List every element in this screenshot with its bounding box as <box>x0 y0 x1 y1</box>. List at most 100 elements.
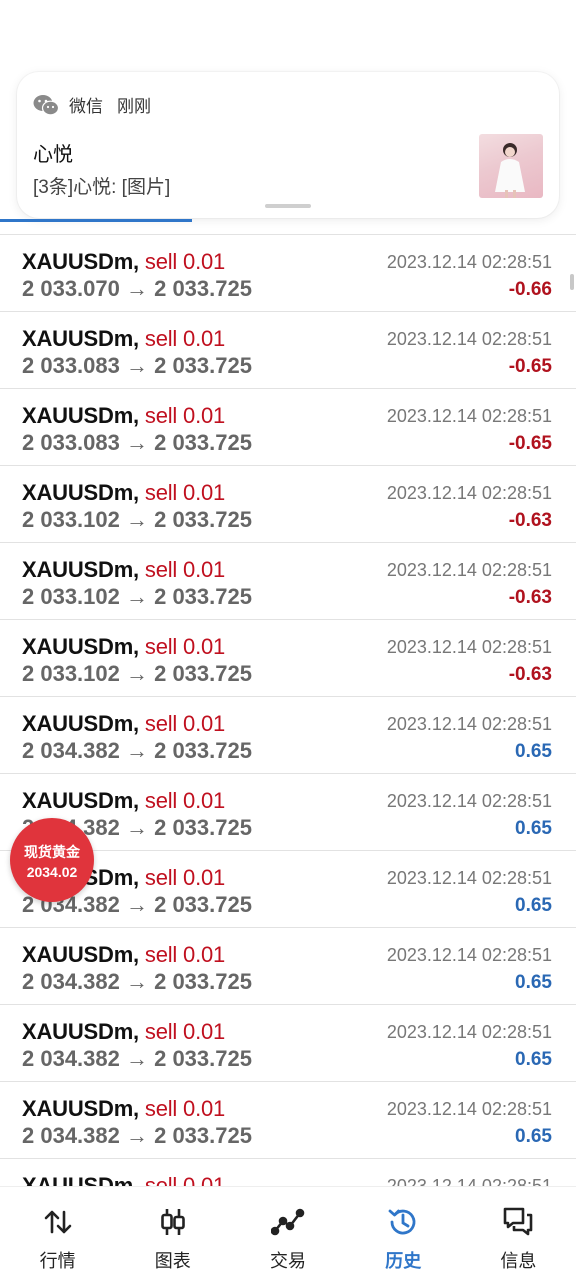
trade-side-volume: sell 0.01 <box>144 249 226 274</box>
trade-time: 2023.12.14 02:28:51 <box>386 1022 552 1042</box>
trade-time: 2023.12.14 02:28:51 <box>386 714 552 734</box>
trade-row[interactable]: XAUUSDm, sell 0.012 034.382 → 2 033.725 2… <box>0 1081 576 1158</box>
trade-row[interactable]: XAUUSDm, sell 0.01 2 033.102 → 2 033.725 2… <box>0 542 576 619</box>
notification-body: [3条]心悦: [图片] <box>33 177 171 198</box>
trade-symbol: XAUUSDm, <box>22 403 139 428</box>
notification-app-name: 微信 <box>69 97 103 116</box>
spot-gold-floating-badge[interactable]: 现货黄金 2034.02 <box>10 818 94 902</box>
trade-prices: 2 033.070 → 2 033.725 <box>22 276 252 301</box>
trade-symbol-line: XAUUSDm, sell 0.01 <box>22 788 225 814</box>
trade-profit: 0.65 <box>515 1049 552 1070</box>
badge-label: 现货黄金 <box>24 844 80 860</box>
trade-row[interactable]: XAUUSDm, sell 0.01 2 033.102 → 2 033.725 2… <box>0 465 576 542</box>
trade-profit: -0.65 <box>508 433 552 454</box>
trade-prices: 2 034.382 → 2 033.725 <box>22 969 252 994</box>
trade-symbol: XAUUSDm, <box>22 942 139 967</box>
trade-profit: -0.63 <box>508 510 552 531</box>
nav-label: 图表 <box>154 1251 191 1271</box>
nav-label: 交易 <box>270 1251 306 1271</box>
trade-time: 2023.12.14 02:28:51 <box>386 1099 552 1119</box>
trade-profit: -0.63 <box>508 664 552 685</box>
trade-time: 2023.12.14 02:28:51 <box>386 329 552 349</box>
trade-time: 2023.12.14 02:28:51 <box>386 483 552 503</box>
trade-symbol-line: XAUUSDm, sell 0.01 <box>22 942 225 968</box>
trade-time: 2023.12.14 02:28:51 <box>386 791 552 811</box>
trade-symbol: XAUUSDm, <box>22 788 139 813</box>
trade-time: 2023.12.14 02:28:51 <box>386 637 552 657</box>
trade-prices: 2 033.102 → 2 033.725 <box>22 584 252 609</box>
candlestick-chart-icon <box>160 1209 185 1235</box>
nav-label: 信息 <box>500 1251 537 1271</box>
trade-side-volume: sell 0.01 <box>144 557 226 582</box>
trade-row[interactable]: XAUUSDm, sell 0.01 2 033.102 → 2 033.725 2… <box>0 619 576 696</box>
trade-side-volume: sell 0.01 <box>144 942 226 967</box>
trade-symbol-line: XAUUSDm, sell 0.01 <box>22 403 225 429</box>
nav-item-charts[interactable]: 图表 <box>115 1187 230 1280</box>
bottom-navigation: 行情 图表 交易 历史 信息 <box>0 1186 576 1280</box>
trade-side-volume: sell 0.01 <box>144 788 226 813</box>
trade-profit: 0.65 <box>515 972 552 993</box>
nav-item-messages[interactable]: 信息 <box>461 1187 576 1280</box>
trade-symbol: XAUUSDm, <box>22 1096 139 1121</box>
history-clock-icon <box>388 1209 416 1235</box>
trade-line-icon <box>271 1208 305 1236</box>
loading-progress-bar <box>0 219 192 222</box>
list-scrollbar[interactable] <box>570 274 574 290</box>
wechat-icon <box>33 94 59 115</box>
trade-row[interactable]: XAUUSDm, sell 0.012 034.382 → 2 033.725 2… <box>0 1004 576 1081</box>
trade-symbol-line: XAUUSDm, sell 0.01 <box>22 1096 225 1122</box>
trade-symbol: XAUUSDm, <box>22 634 139 659</box>
trade-row[interactable]: XAUUSDm, sell 0.01 2 033.070 → 2 033.725 2… <box>0 234 576 311</box>
trade-side-volume: sell 0.01 <box>144 403 226 428</box>
trade-history-list[interactable]: XAUUSDm, sell 0.01 2 033.070 → 2 033.725 2… <box>0 234 576 1235</box>
trade-prices: 2 033.083 → 2 033.725 <box>22 430 252 455</box>
photo-thumbnail-icon <box>495 143 525 198</box>
notification-drag-handle[interactable] <box>265 204 311 208</box>
trade-time: 2023.12.14 02:28:51 <box>386 252 552 272</box>
trade-symbol-line: XAUUSDm, sell 0.01 <box>22 1019 225 1045</box>
trade-time: 2023.12.14 02:28:51 <box>386 560 552 580</box>
trade-symbol-line: XAUUSDm, sell 0.01 <box>22 634 225 660</box>
notification-time: 刚刚 <box>117 97 151 116</box>
nav-item-history[interactable]: 历史 <box>346 1187 461 1280</box>
trade-prices: 2 033.083 → 2 033.725 <box>22 353 252 378</box>
trade-side-volume: sell 0.01 <box>144 326 226 351</box>
nav-label: 行情 <box>39 1251 76 1271</box>
notification-title: 心悦 <box>33 144 73 166</box>
trade-prices: 2 033.102 → 2 033.725 <box>22 507 252 532</box>
trade-symbol: XAUUSDm, <box>22 557 139 582</box>
trade-side-volume: sell 0.01 <box>144 711 226 736</box>
trade-prices: 2 034.382 → 2 033.725 <box>22 738 252 763</box>
badge-price: 2034.02 <box>26 864 78 880</box>
trade-time: 2023.12.14 02:28:51 <box>386 868 552 888</box>
trade-profit: 0.65 <box>515 741 552 762</box>
trade-row[interactable]: XAUUSDm, sell 0.01 2 033.083 → 2 033.725 2… <box>0 311 576 388</box>
trade-side-volume: sell 0.01 <box>144 1096 226 1121</box>
trade-side-volume: sell 0.01 <box>144 634 226 659</box>
trade-symbol: XAUUSDm, <box>22 326 139 351</box>
wechat-notification[interactable]: 微信 刚刚 心悦 [3条]心悦: [图片] <box>17 72 559 218</box>
trade-time: 2023.12.14 02:28:51 <box>386 945 552 965</box>
trade-side-volume: sell 0.01 <box>144 1019 226 1044</box>
trade-profit: -0.63 <box>508 587 552 608</box>
trade-row[interactable]: XAUUSDm, sell 0.01 2 033.083 → 2 033.725 2… <box>0 388 576 465</box>
trade-profit: 0.65 <box>515 895 552 916</box>
trade-row[interactable]: XAUUSDm, sell 0.012 034.382 → 2 033.725 2… <box>0 696 576 773</box>
trade-prices: 2 034.382 → 2 033.725 <box>22 1123 252 1148</box>
trade-row[interactable]: XAUUSDm, sell 0.012 034.382 → 2 033.725 2… <box>0 927 576 1004</box>
trade-symbol: XAUUSDm, <box>22 1019 139 1044</box>
trade-symbol: XAUUSDm, <box>22 249 139 274</box>
trade-symbol: XAUUSDm, <box>22 480 139 505</box>
nav-item-trade[interactable]: 交易 <box>230 1187 345 1280</box>
trade-symbol-line: XAUUSDm, sell 0.01 <box>22 711 225 737</box>
trade-symbol-line: XAUUSDm, sell 0.01 <box>22 249 225 275</box>
nav-item-quotes[interactable]: 行情 <box>0 1187 115 1280</box>
notification-image-thumbnail[interactable] <box>479 134 543 198</box>
screen: 微信 刚刚 心悦 [3条]心悦: [图片] XAUUSDm, sell 0.01… <box>0 0 576 1280</box>
trade-symbol-line: XAUUSDm, sell 0.01 <box>22 557 225 583</box>
trade-symbol-line: XAUUSDm, sell 0.01 <box>22 326 225 352</box>
trade-time: 2023.12.14 02:28:51 <box>386 406 552 426</box>
trade-symbol: XAUUSDm, <box>22 711 139 736</box>
trade-profit: 0.65 <box>515 818 552 839</box>
trade-side-volume: sell 0.01 <box>144 480 226 505</box>
